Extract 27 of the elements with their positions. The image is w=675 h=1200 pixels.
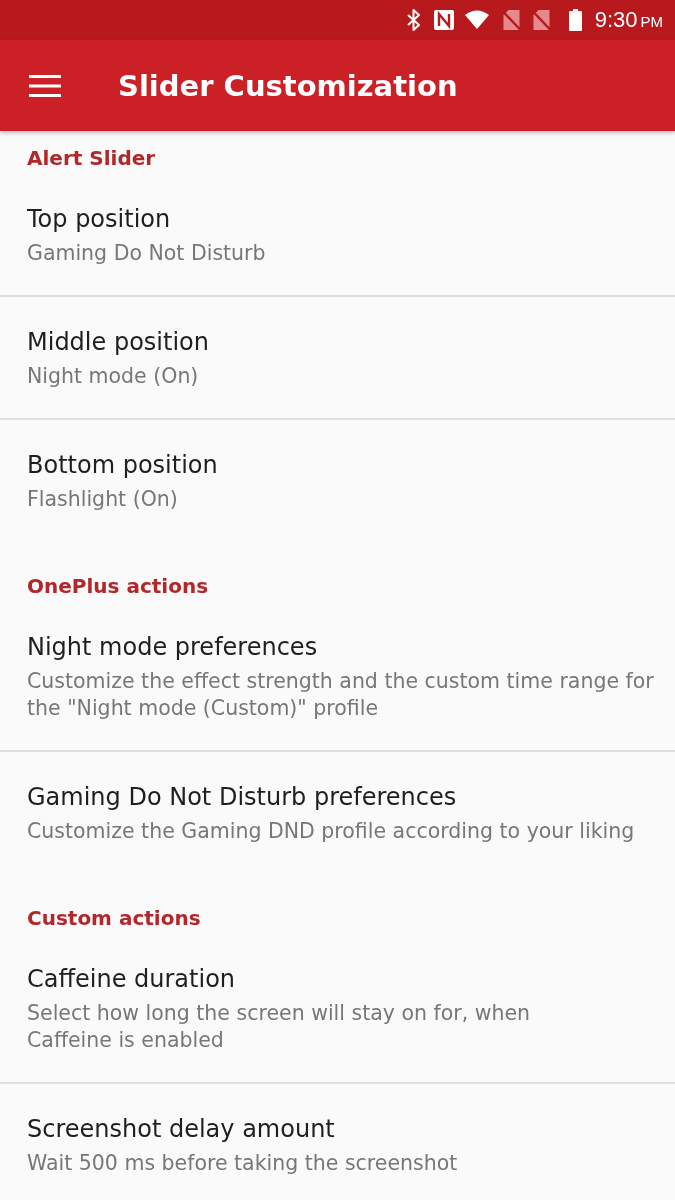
screen-title: Slider Customization [118,67,458,105]
wifi-icon [463,10,490,30]
battery-icon [568,9,582,31]
preference-title[interactable]: Middle position [27,327,209,358]
preference-summary: Wait 500 ms before taking the screenshot [27,1150,458,1177]
section-header: Custom actions [27,905,201,932]
preference-summary: Flashlight (On) [27,486,178,513]
nfc-icon [432,9,455,31]
bluetooth-icon [406,9,421,31]
preference-summary: Select how long the screen will stay on for, when Caffeine is enabled [27,1000,531,1054]
no-sim-icon [501,9,521,31]
preference-title[interactable]: Top position [27,204,171,235]
preference-title[interactable]: Bottom position [27,450,218,481]
preference-title[interactable]: Night mode preferences [27,632,318,663]
no-sim-icon [531,9,551,31]
preference-title[interactable]: Screenshot delay amount [27,1114,335,1145]
preference-summary: Night mode (On) [27,363,199,390]
section-header: Alert Slider [27,145,156,172]
preference-summary: Customize the effect strength and the custom time range for the "Night mode (Custom)" profile [27,668,655,722]
preference-title[interactable]: Caffeine duration [27,964,236,995]
preference-summary: Customize the Gaming DND profile according to your liking [27,818,635,845]
status-time: 9:30 [594,7,638,33]
preference-summary: Gaming Do Not Disturb [27,240,266,267]
section-header: OnePlus actions [27,573,209,600]
time-period: PM [640,11,663,32]
menu-icon [29,74,61,97]
preference-title[interactable]: Gaming Do Not Disturb preferences [27,782,457,813]
